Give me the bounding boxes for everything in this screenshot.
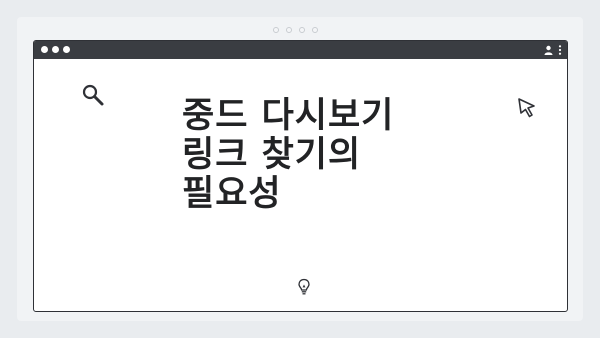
lightbulb-icon <box>298 278 310 295</box>
indicator-dot <box>286 27 292 33</box>
search-icon <box>82 84 104 106</box>
window-dot-minimize[interactable] <box>52 46 59 53</box>
headline-line-2: 링크 찾기의 <box>182 135 362 175</box>
title-bar <box>34 41 567 59</box>
user-icon[interactable] <box>544 45 553 55</box>
browser-window: 중드 다시보기 링크 찾기의 필요성 <box>33 40 568 312</box>
indicator-dot <box>312 27 318 33</box>
indicator-dot <box>299 27 305 33</box>
carousel-indicator-dots <box>273 27 318 33</box>
page-headline: 중드 다시보기 링크 찾기의 필요성 <box>182 97 442 214</box>
cursor-pointer-icon <box>518 98 535 118</box>
window-dot-close[interactable] <box>41 46 48 53</box>
kebab-menu-icon[interactable] <box>558 45 562 55</box>
window-dot-maximize[interactable] <box>63 46 70 53</box>
headline-line-1: 중드 다시보기 <box>182 96 395 136</box>
window-controls <box>41 46 70 53</box>
headline-line-3: 필요성 <box>182 174 282 214</box>
indicator-dot <box>273 27 279 33</box>
